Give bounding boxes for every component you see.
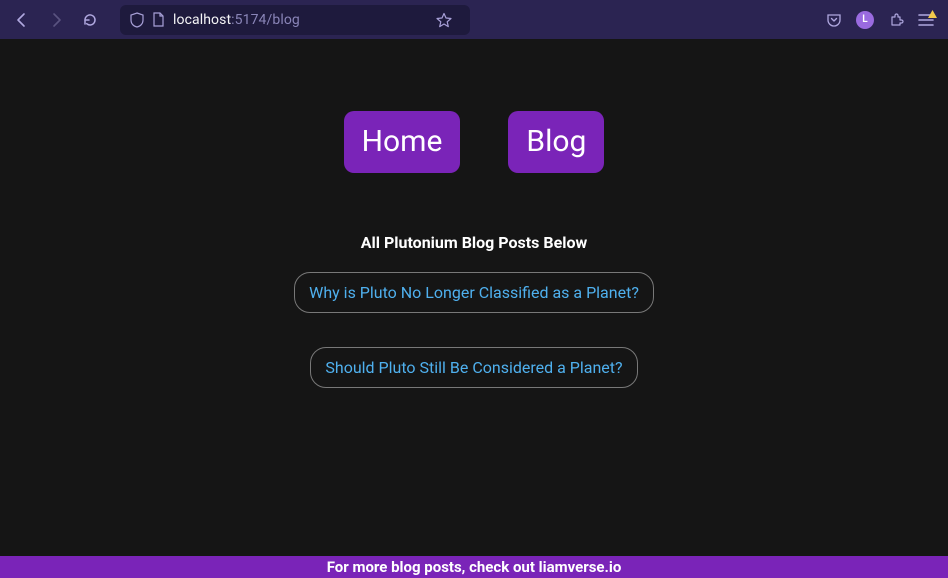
post-link[interactable]: Why is Pluto No Longer Classified as a P… (294, 272, 654, 313)
footer-banner: For more blog posts, check out liamverse… (0, 556, 948, 578)
address-bar[interactable]: localhost:5174/blog (120, 5, 470, 35)
main-nav: Home Blog (344, 111, 605, 173)
browser-toolbar: localhost:5174/blog L (0, 0, 948, 39)
nav-home-button[interactable]: Home (344, 111, 461, 173)
toolbar-right: L (826, 11, 940, 29)
profile-letter: L (862, 14, 867, 25)
extensions-icon[interactable] (888, 12, 904, 28)
post-link[interactable]: Should Pluto Still Be Considered a Plane… (310, 347, 637, 388)
nav-blog-button[interactable]: Blog (508, 111, 604, 173)
page-icon[interactable] (152, 12, 165, 27)
page-heading: All Plutonium Blog Posts Below (361, 233, 587, 252)
url-path: :5174/blog (231, 12, 300, 28)
bookmark-star-icon[interactable] (436, 12, 452, 28)
url-text: localhost:5174/blog (173, 12, 300, 28)
url-host: localhost (173, 12, 231, 28)
page-content: Home Blog All Plutonium Blog Posts Below… (0, 39, 948, 556)
site-info-icons (130, 12, 165, 28)
pocket-icon[interactable] (826, 12, 842, 28)
back-button[interactable] (8, 6, 36, 34)
shield-icon[interactable] (130, 12, 144, 28)
post-list: Why is Pluto No Longer Classified as a P… (294, 272, 654, 388)
hamburger-menu-icon[interactable] (918, 12, 936, 28)
profile-avatar[interactable]: L (856, 11, 874, 29)
footer-text: For more blog posts, check out liamverse… (327, 558, 622, 576)
forward-button[interactable] (42, 6, 70, 34)
reload-button[interactable] (76, 6, 104, 34)
